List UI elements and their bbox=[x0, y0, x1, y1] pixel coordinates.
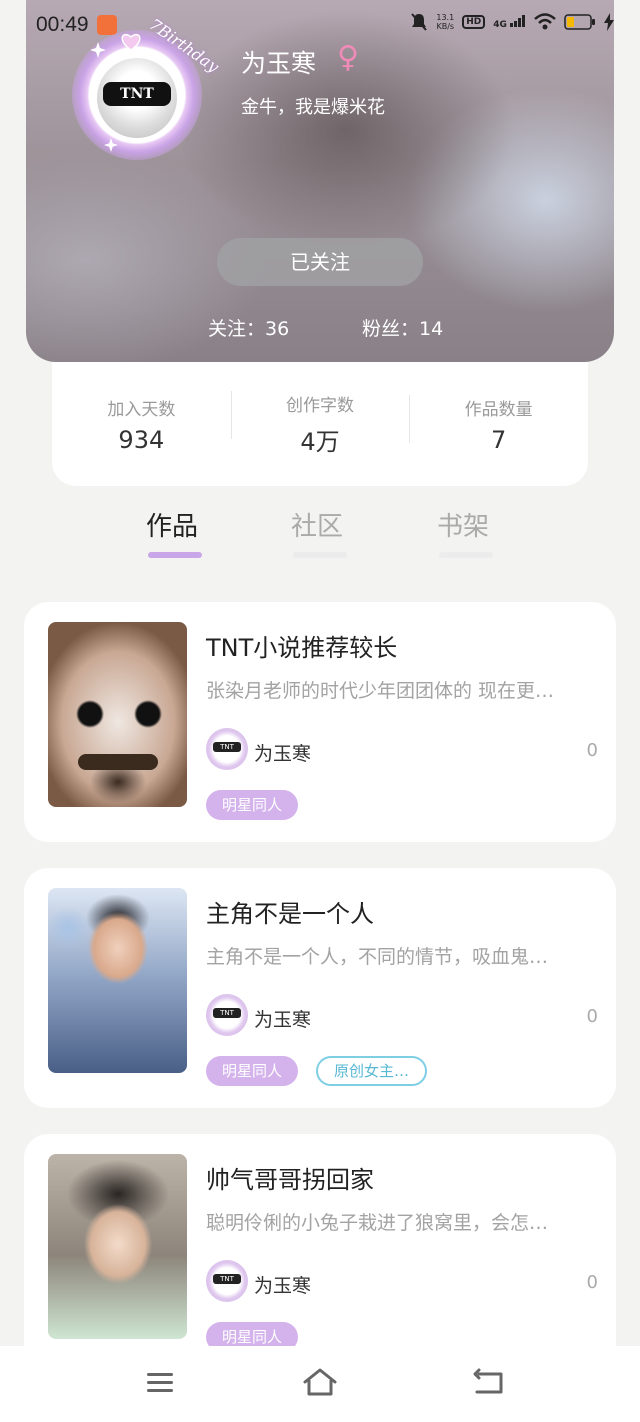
tab-community[interactable]: 社区 bbox=[291, 506, 343, 543]
work-title: TNT小说推荐较长 bbox=[206, 634, 398, 662]
stat-works-count: 作品数量 7 bbox=[409, 394, 588, 454]
followers-count[interactable]: 粉丝：14 bbox=[362, 314, 443, 341]
tab-works[interactable]: 作品 bbox=[146, 506, 198, 543]
work-cover-image bbox=[48, 1154, 187, 1339]
work-description: 主角不是一个人，不同的情节，吸血鬼… bbox=[206, 946, 549, 968]
author-avatar-band: TNT bbox=[213, 1008, 241, 1018]
work-cover-image bbox=[48, 888, 187, 1073]
home-icon[interactable] bbox=[302, 1368, 338, 1398]
work-tag[interactable]: 原创女主… bbox=[316, 1056, 428, 1086]
author-avatar: TNT bbox=[206, 994, 248, 1036]
sparkle-icon bbox=[90, 42, 106, 58]
work-description: 张染月老师的时代少年团团体的 现在更… bbox=[206, 680, 555, 702]
work-author: 为玉寒 bbox=[254, 743, 312, 765]
work-tag[interactable]: 明星同人 bbox=[206, 790, 299, 820]
stat-label: 作品数量 bbox=[464, 399, 533, 420]
tab-indicator bbox=[293, 552, 347, 558]
author-avatar: TNT bbox=[206, 1260, 248, 1302]
stats-card: 加入天数 934 创作字数 4万 作品数量 7 bbox=[52, 362, 588, 486]
back-icon[interactable] bbox=[473, 1368, 505, 1396]
mustache-shape bbox=[78, 754, 158, 770]
work-description: 聪明伶俐的小兔子栽进了狼窝里，会怎… bbox=[206, 1212, 549, 1234]
stat-join-days: 加入天数 934 bbox=[52, 395, 231, 454]
net-speed-unit: KB/s bbox=[436, 22, 455, 31]
work-author: 为玉寒 bbox=[254, 1009, 312, 1031]
stat-label: 创作字数 bbox=[286, 396, 354, 416]
author-avatar: TNT bbox=[206, 728, 248, 770]
work-count: 0 bbox=[586, 1272, 598, 1293]
author-avatar-band: TNT bbox=[213, 1274, 241, 1284]
work-count: 0 bbox=[586, 740, 598, 761]
tab-bar: 作品 社区 书架 bbox=[0, 500, 640, 576]
avatar-helmet-text: TNT bbox=[103, 82, 171, 106]
status-icons: 13.1 KB/s HD 4G bbox=[410, 12, 614, 32]
profile-bio: 金牛，我是爆米花 bbox=[241, 97, 385, 118]
battery-icon bbox=[564, 14, 595, 30]
profile-name: 为玉寒 bbox=[241, 49, 317, 78]
work-tag[interactable]: 明星同人 bbox=[206, 1056, 299, 1086]
wifi-icon bbox=[534, 13, 556, 30]
hd-icon: HD bbox=[462, 15, 486, 29]
work-title: 帅气哥哥拐回家 bbox=[206, 1166, 374, 1194]
author-avatar-band: TNT bbox=[213, 742, 241, 752]
stat-word-count: 创作字数 4万 bbox=[230, 391, 410, 457]
stat-value: 7 bbox=[491, 425, 507, 454]
work-author: 为玉寒 bbox=[254, 1275, 312, 1297]
work-card[interactable]: TNT小说推荐较长 张染月老师的时代少年团团体的 现在更… TNT 为玉寒 0 … bbox=[24, 602, 616, 842]
net-speed: 13.1 KB/s bbox=[436, 13, 454, 31]
stat-label: 加入天数 bbox=[107, 399, 176, 420]
signal-label: 4G bbox=[493, 19, 507, 30]
work-cover-image bbox=[48, 622, 187, 807]
profile-avatar[interactable]: TNT 7Birthday bbox=[72, 15, 222, 160]
work-card[interactable]: 主角不是一个人 主角不是一个人，不同的情节，吸血鬼… TNT 为玉寒 0 明星同… bbox=[24, 868, 616, 1108]
tab-indicator-active bbox=[148, 552, 202, 558]
avatar-image: TNT bbox=[97, 58, 177, 138]
charging-icon bbox=[604, 13, 614, 31]
following-count[interactable]: 关注：36 bbox=[208, 314, 289, 341]
signal-icon: 4G bbox=[493, 14, 526, 30]
female-gender-icon: ♀ bbox=[337, 40, 359, 75]
stat-value: 934 bbox=[118, 425, 165, 454]
sparkle-icon bbox=[104, 138, 118, 152]
system-navigation-bar bbox=[0, 1346, 640, 1422]
work-title: 主角不是一个人 bbox=[206, 900, 374, 928]
followed-button[interactable]: 已关注 bbox=[217, 238, 423, 286]
heart-icon bbox=[121, 33, 141, 51]
tab-indicator bbox=[439, 552, 493, 558]
work-count: 0 bbox=[586, 1006, 598, 1027]
net-speed-value: 13.1 bbox=[436, 13, 455, 22]
work-card[interactable]: 帅气哥哥拐回家 聪明伶俐的小兔子栽进了狼窝里，会怎… TNT 为玉寒 0 明星同… bbox=[24, 1134, 616, 1352]
stat-value: 4万 bbox=[300, 428, 340, 456]
mute-icon bbox=[411, 13, 428, 31]
menu-icon[interactable] bbox=[146, 1368, 174, 1396]
tab-bookshelf[interactable]: 书架 bbox=[437, 506, 489, 543]
